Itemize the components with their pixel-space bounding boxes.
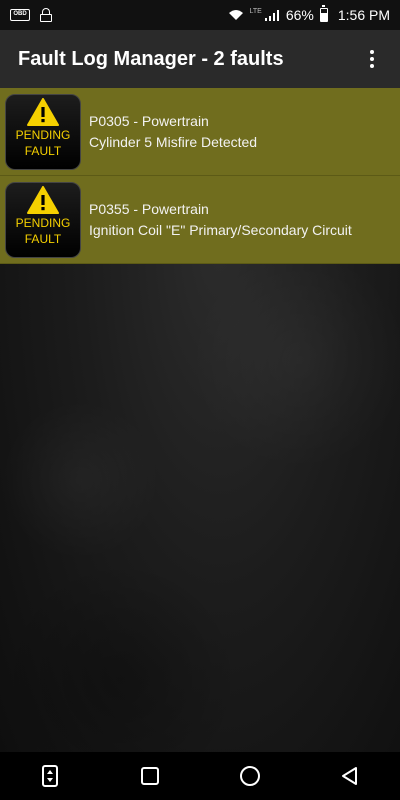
back-icon[interactable] — [337, 763, 363, 789]
pin-icon[interactable] — [37, 763, 63, 789]
battery-percent: 66% — [285, 7, 314, 23]
recents-icon[interactable] — [137, 763, 163, 789]
fault-description: Cylinder 5 Misfire Detected — [89, 133, 258, 150]
signal-icon — [264, 10, 279, 21]
fault-item-p0305[interactable]: PENDING FAULT P0305 - Powertrain Cylinde… — [0, 88, 400, 176]
badge-label-top: PENDING — [15, 127, 71, 142]
battery-icon — [319, 5, 328, 22]
status-bar: OBD LTE 66% 1:56 PM — [0, 0, 400, 30]
more-vert-icon[interactable] — [362, 47, 382, 71]
clock: 1:56 PM — [337, 7, 390, 23]
warning-icon — [27, 97, 59, 126]
navigation-bar — [0, 752, 400, 800]
fault-item-p0355[interactable]: PENDING FAULT P0355 - Powertrain Ignitio… — [0, 176, 400, 264]
app-title: Fault Log Manager - 2 faults — [18, 47, 284, 70]
pending-fault-badge: PENDING FAULT — [5, 93, 81, 170]
badge-label-bottom: FAULT — [24, 231, 62, 246]
obd-icon-label: OBD — [13, 11, 27, 17]
fault-list: PENDING FAULT P0305 - Powertrain Cylinde… — [0, 88, 400, 264]
fault-code: P0355 - Powertrain — [89, 200, 209, 217]
fault-text: P0305 - Powertrain Cylinder 5 Misfire De… — [89, 111, 257, 153]
fault-text: P0355 - Powertrain Ignition Coil "E" Pri… — [89, 199, 352, 241]
pending-fault-badge: PENDING FAULT — [5, 181, 81, 258]
fault-code: P0305 - Powertrain — [89, 112, 209, 129]
home-icon[interactable] — [237, 763, 263, 789]
badge-label-bottom: FAULT — [24, 143, 62, 158]
warning-icon — [27, 185, 59, 214]
fault-description: Ignition Coil "E" Primary/Secondary Circ… — [89, 221, 352, 238]
lock-icon — [40, 8, 52, 22]
screen: OBD LTE 66% 1:56 PM Fault Log Manager - … — [0, 0, 400, 800]
lte-label: LTE — [249, 7, 262, 15]
badge-label-top: PENDING — [15, 215, 71, 230]
wifi-icon — [228, 10, 243, 20]
app-bar: Fault Log Manager - 2 faults — [0, 30, 400, 88]
obd-icon: OBD — [10, 9, 30, 21]
